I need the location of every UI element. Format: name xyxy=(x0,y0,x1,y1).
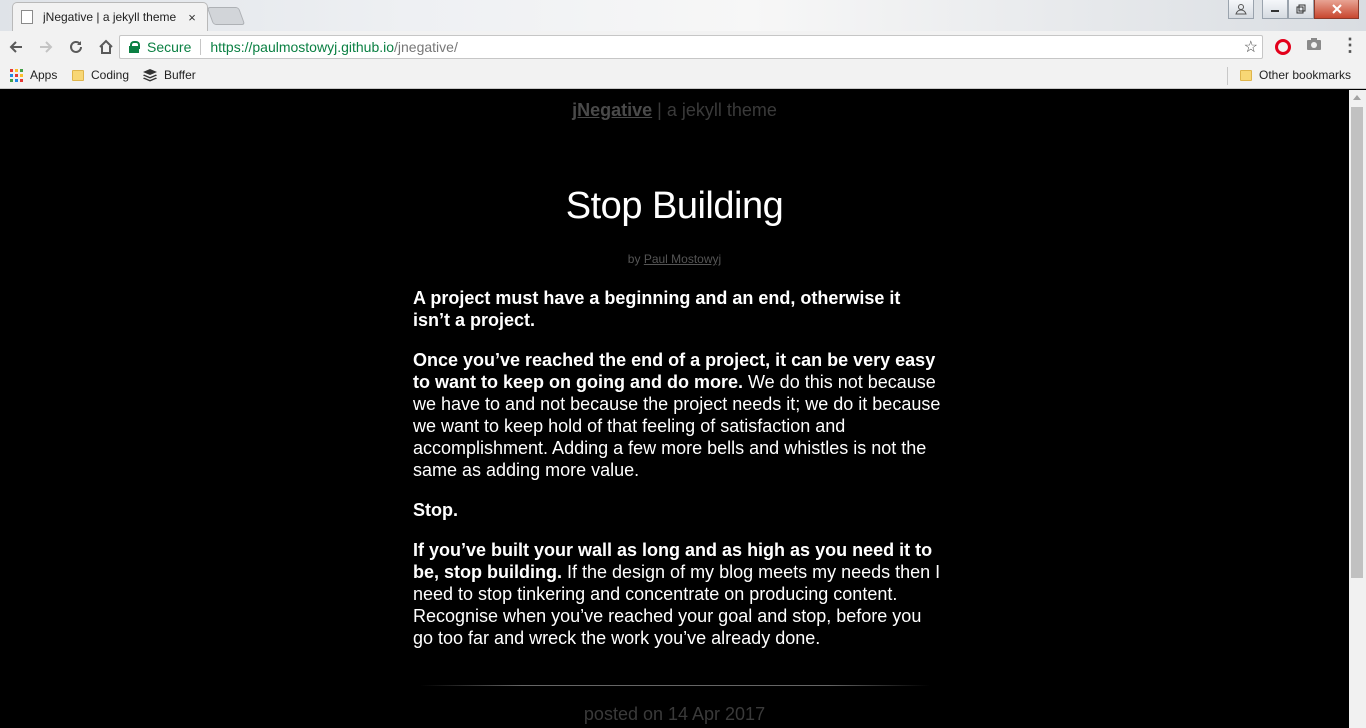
folder-icon xyxy=(72,69,84,81)
back-arrow-icon xyxy=(9,41,22,53)
tab-strip: jNegative | a jekyll theme × xyxy=(0,0,1366,31)
page-favicon-icon xyxy=(21,10,33,24)
page-viewport: jNegative | a jekyll theme Stop Building… xyxy=(0,90,1349,728)
bookmark-coding[interactable]: Coding xyxy=(72,68,129,82)
bookmark-apps[interactable]: Apps xyxy=(10,68,57,82)
opera-extension-icon[interactable] xyxy=(1275,39,1291,55)
forward-arrow-icon xyxy=(40,41,53,53)
site-header: jNegative | a jekyll theme xyxy=(0,100,1349,121)
home-button[interactable] xyxy=(92,33,120,61)
byline: by Paul Mostowyj xyxy=(0,252,1349,266)
bookmarks-separator xyxy=(1227,67,1228,85)
bookmark-buffer[interactable]: Buffer xyxy=(143,68,196,82)
tab-title: jNegative | a jekyll theme xyxy=(43,10,177,24)
tab-close-icon[interactable]: × xyxy=(185,10,199,25)
forward-button[interactable] xyxy=(32,33,60,61)
browser-toolbar: Secure https://paulmostowyj.github.io/jn… xyxy=(0,31,1366,63)
window-close-button[interactable] xyxy=(1314,0,1359,19)
user-icon xyxy=(1228,0,1254,19)
secure-label: Secure xyxy=(147,39,202,55)
bookmark-label: Coding xyxy=(91,68,130,82)
restore-button[interactable] xyxy=(1288,0,1314,19)
content-divider xyxy=(420,685,930,686)
paragraph: Once you’ve reached the end of a project… xyxy=(413,350,941,480)
author-link[interactable]: Paul Mostowyj xyxy=(644,252,721,266)
home-icon xyxy=(99,39,113,54)
bookmarks-bar: Apps Coding Buffer Other bookmarks xyxy=(0,63,1366,89)
apps-grid-icon xyxy=(10,68,23,82)
bookmark-label: Other bookmarks xyxy=(1259,68,1352,82)
post-content: A project must have a beginning and an e… xyxy=(413,287,941,667)
bookmark-other[interactable]: Other bookmarks xyxy=(1240,68,1351,82)
lock-icon xyxy=(129,41,140,53)
camera-extension-icon[interactable] xyxy=(1306,37,1322,56)
post-title: Stop Building xyxy=(565,185,784,227)
scroll-thumb[interactable] xyxy=(1351,107,1363,578)
byline-prefix: by xyxy=(627,252,644,266)
address-bar[interactable]: Secure https://paulmostowyj.github.io/jn… xyxy=(119,35,1263,59)
paragraph: Stop. xyxy=(413,500,458,520)
folder-icon xyxy=(1240,69,1252,81)
chrome-menu-icon[interactable]: ⋮ xyxy=(1341,35,1359,56)
back-button[interactable] xyxy=(2,33,30,61)
buffer-icon xyxy=(143,68,157,82)
paragraph: If you’ve built your wall as long and as… xyxy=(413,540,941,648)
posted-date: posted on 14 Apr 2017 xyxy=(583,704,766,724)
bookmark-label: Apps xyxy=(30,68,58,82)
scroll-up-arrow-icon[interactable] xyxy=(1353,95,1361,100)
paragraph: A project must have a beginning and an e… xyxy=(413,288,901,330)
profile-button[interactable] xyxy=(1228,0,1254,19)
browser-tab[interactable]: jNegative | a jekyll theme × xyxy=(12,2,208,31)
site-tagline: | a jekyll theme xyxy=(652,100,777,120)
page-scrollbar[interactable] xyxy=(1349,90,1366,728)
url-text[interactable]: https://paulmostowyj.github.io/jnegative… xyxy=(210,39,457,55)
site-name-link[interactable]: jNegative xyxy=(572,100,652,120)
bookmark-star-icon[interactable]: ☆ xyxy=(1244,37,1258,57)
new-tab-button[interactable] xyxy=(206,7,246,25)
bookmark-label: Buffer xyxy=(164,68,196,82)
minimize-button[interactable] xyxy=(1262,0,1288,19)
reload-button[interactable] xyxy=(62,33,90,61)
reload-icon xyxy=(70,40,82,53)
